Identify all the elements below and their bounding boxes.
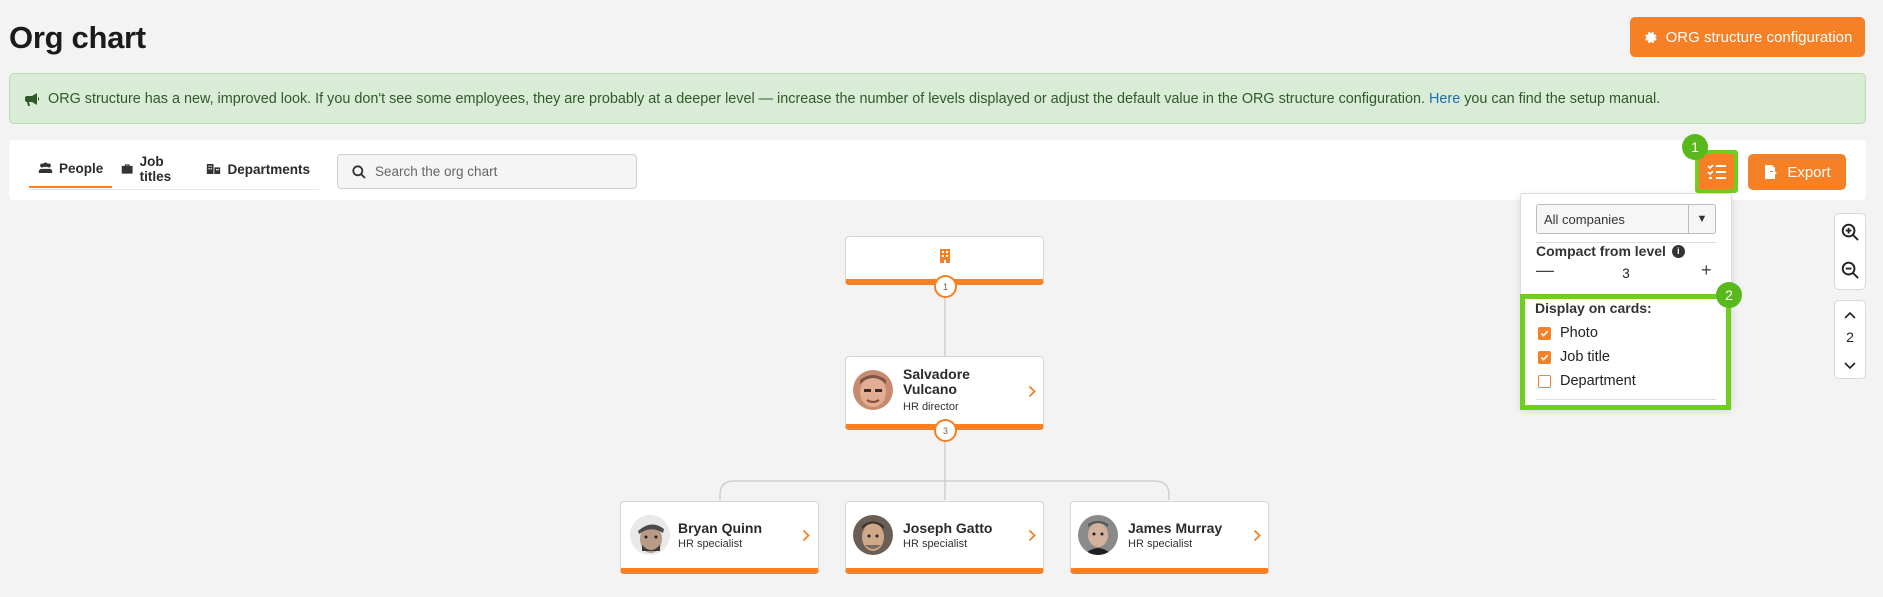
chevron-right-icon[interactable] xyxy=(1253,529,1261,542)
info-icon[interactable]: i xyxy=(1671,244,1685,258)
compact-level-label: Compact from level i xyxy=(1536,243,1685,259)
people-icon xyxy=(38,162,53,173)
search-icon xyxy=(352,164,366,179)
tab-label: Job titles xyxy=(139,154,172,184)
annotation-badge-1: 1 xyxy=(1682,134,1708,160)
org-toolbar: People Job titles Departments xyxy=(9,140,1866,200)
employee-card-bryan-quinn[interactable]: Bryan Quinn HR specialist xyxy=(620,501,819,574)
search-field[interactable] xyxy=(337,154,637,189)
company-select[interactable]: All companies ▼ xyxy=(1536,204,1716,234)
export-label: Export xyxy=(1787,163,1831,181)
company-select-value: All companies xyxy=(1544,211,1625,227)
config-button-label: ORG structure configuration xyxy=(1665,28,1853,46)
option-label: Photo xyxy=(1560,325,1598,341)
avatar xyxy=(853,515,893,555)
employee-name: Bryan Quinn xyxy=(678,520,763,536)
option-photo[interactable]: Photo xyxy=(1538,325,1598,341)
avatar xyxy=(1078,515,1118,555)
employee-name: Joseph Gatto xyxy=(903,520,993,536)
photo-checkbox[interactable] xyxy=(1538,326,1551,340)
zoom-out-icon xyxy=(1841,261,1859,279)
zoom-in-button[interactable] xyxy=(1835,214,1865,251)
tab-label: Departments xyxy=(227,161,310,177)
option-label: Job title xyxy=(1560,349,1610,365)
chevron-right-icon[interactable] xyxy=(1028,529,1036,542)
employee-name: James Murray xyxy=(1128,520,1223,536)
checklist-icon xyxy=(1706,163,1726,179)
department-checkbox[interactable] xyxy=(1538,374,1551,388)
chevron-right-icon[interactable] xyxy=(1028,385,1036,398)
org-structure-configuration-button[interactable]: ORG structure configuration xyxy=(1630,17,1865,57)
chevron-up-icon xyxy=(1844,311,1856,319)
annotation-badge-2: 2 xyxy=(1716,282,1742,308)
zoom-in-icon xyxy=(1841,223,1859,241)
employee-name-line1: Salvadore xyxy=(903,366,970,382)
banner-text: ORG structure has a new, improved look. … xyxy=(48,90,1425,107)
info-banner: ORG structure has a new, improved look. … xyxy=(9,73,1866,124)
levels-value: 2 xyxy=(1846,329,1854,345)
tab-people[interactable]: People xyxy=(29,150,113,188)
root-count-badge[interactable]: 1 xyxy=(934,275,957,298)
setup-manual-link[interactable]: Here xyxy=(1429,91,1460,107)
director-count-badge[interactable]: 3 xyxy=(934,419,957,442)
compact-level-value[interactable]: 3 xyxy=(1606,266,1646,281)
zoom-out-button[interactable] xyxy=(1835,252,1865,289)
option-label: Department xyxy=(1560,373,1636,389)
employee-name-line2: Vulcano xyxy=(903,381,957,397)
employee-job-title: HR specialist xyxy=(1128,538,1193,550)
decrement-level-button[interactable]: — xyxy=(1536,260,1556,281)
level-up-button[interactable] xyxy=(1835,304,1865,326)
option-department[interactable]: Department xyxy=(1538,373,1636,389)
option-job-title[interactable]: Job title xyxy=(1538,349,1610,365)
avatar xyxy=(853,370,893,410)
banner-text-after: you can find the setup manual. xyxy=(1464,90,1661,107)
tab-departments[interactable]: Departments xyxy=(197,150,319,188)
level-down-button[interactable] xyxy=(1835,355,1865,377)
export-button[interactable]: Export xyxy=(1748,154,1846,190)
employee-job-title: HR specialist xyxy=(903,538,968,550)
departments-icon xyxy=(207,164,221,174)
compact-label-text: Compact from level xyxy=(1536,243,1666,259)
view-tabs: People Job titles Departments xyxy=(29,150,319,190)
avatar xyxy=(630,515,670,555)
employee-card-joseph-gatto[interactable]: Joseph Gatto HR specialist xyxy=(845,501,1044,574)
briefcase-icon xyxy=(122,164,133,174)
tab-label: People xyxy=(59,160,104,176)
level-controls: 2 xyxy=(1834,300,1866,379)
job-title-checkbox[interactable] xyxy=(1538,350,1551,364)
search-input[interactable] xyxy=(375,164,615,179)
display-on-cards-title: Display on cards: xyxy=(1535,300,1652,316)
chevron-down-icon[interactable]: ▼ xyxy=(1688,205,1715,233)
gear-icon xyxy=(1644,31,1657,43)
chevron-right-icon[interactable] xyxy=(802,529,810,542)
megaphone-icon xyxy=(25,92,39,106)
page-title: Org chart xyxy=(9,20,146,55)
check-icon xyxy=(1540,354,1549,361)
building-icon xyxy=(940,249,950,263)
tab-job-titles[interactable]: Job titles xyxy=(112,150,197,188)
increment-level-button[interactable]: + xyxy=(1701,260,1721,281)
employee-card-james-murray[interactable]: James Murray HR specialist xyxy=(1070,501,1269,574)
export-file-icon xyxy=(1765,165,1778,179)
employee-job-title: HR director xyxy=(903,401,959,413)
zoom-controls xyxy=(1834,213,1866,290)
employee-job-title: HR specialist xyxy=(678,538,743,550)
check-icon xyxy=(1540,330,1549,337)
chevron-down-icon xyxy=(1844,362,1856,370)
